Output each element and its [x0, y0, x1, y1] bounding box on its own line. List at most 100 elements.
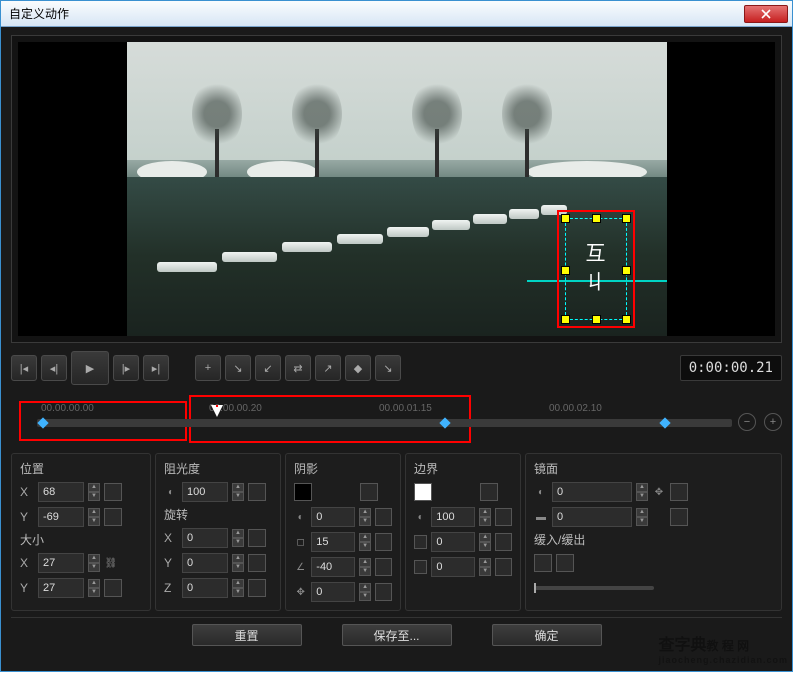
- shadow-v4-spinner[interactable]: ▲▼: [359, 583, 370, 601]
- size-kf-toggle[interactable]: [104, 579, 122, 597]
- resize-handle-sw[interactable]: [561, 315, 570, 324]
- pos-x-input[interactable]: 68: [38, 482, 84, 502]
- border-kf-toggle[interactable]: [480, 483, 498, 501]
- preview-viewport[interactable]: 互丩: [18, 42, 775, 336]
- curve-out-button[interactable]: ◆: [345, 355, 371, 381]
- shadow-v3-spinner[interactable]: ▲▼: [359, 558, 370, 576]
- shadow-v2-input[interactable]: 15: [311, 532, 355, 552]
- border-v3-input[interactable]: 0: [431, 557, 475, 577]
- shadow-v4-input[interactable]: 0: [311, 582, 355, 602]
- border-enable-size[interactable]: [414, 560, 427, 574]
- mirror-v2-spinner[interactable]: ▲▼: [636, 508, 648, 526]
- selection-bounds[interactable]: 互丩: [565, 218, 627, 320]
- link-icon[interactable]: ⛓: [104, 556, 118, 570]
- rot-x-spinner[interactable]: ▲▼: [232, 529, 244, 547]
- rot-x-input[interactable]: 0: [182, 528, 228, 548]
- border-v2-kf[interactable]: [495, 533, 512, 551]
- canvas[interactable]: 互丩: [127, 42, 667, 336]
- size-y-input[interactable]: 27: [38, 578, 84, 598]
- mirror-v1-kf[interactable]: [670, 483, 688, 501]
- mirror-v2-kf[interactable]: [670, 508, 688, 526]
- resize-handle-se[interactable]: [622, 315, 631, 324]
- timeline-track[interactable]: [37, 419, 732, 427]
- border-v3-kf[interactable]: [495, 558, 512, 576]
- curve-both-button[interactable]: ↘: [375, 355, 401, 381]
- border-v2-input[interactable]: 0: [431, 532, 475, 552]
- shadow-v2-kf[interactable]: [375, 533, 392, 551]
- opacity-kf-toggle[interactable]: [248, 483, 266, 501]
- rot-x-kf-toggle[interactable]: [248, 529, 266, 547]
- preview-frame: 互丩: [11, 35, 782, 343]
- size-y-spinner[interactable]: ▲▼: [88, 579, 100, 597]
- swap-keyframe-button[interactable]: ⇄: [285, 355, 311, 381]
- move-icon[interactable]: ✥: [652, 485, 666, 499]
- shadow-v3-input[interactable]: -40: [311, 557, 355, 577]
- rot-y-spinner[interactable]: ▲▼: [232, 554, 244, 572]
- curve-in-button[interactable]: ↗: [315, 355, 341, 381]
- shadow-v3-kf[interactable]: [375, 558, 392, 576]
- shadow-v4-kf[interactable]: [375, 583, 392, 601]
- reverse-keyframe-button[interactable]: ↙: [255, 355, 281, 381]
- mirror-v1-spinner[interactable]: ▲▼: [636, 483, 648, 501]
- shadow-v1-kf[interactable]: [375, 508, 392, 526]
- timeline[interactable]: 00.00.00.00 00.00.00.20 00.00.01.15 00.0…: [11, 395, 782, 445]
- add-keyframe-button[interactable]: +: [195, 355, 221, 381]
- pos-y-kf-toggle[interactable]: [104, 508, 122, 526]
- easing-slider[interactable]: [534, 586, 654, 590]
- pos-y-spinner[interactable]: ▲▼: [88, 508, 100, 526]
- size-x-label: X: [20, 556, 34, 570]
- timeline-tick: 00.00.01.15: [379, 403, 432, 414]
- step-back-button[interactable]: ◂|: [41, 355, 67, 381]
- border-v1-kf[interactable]: [495, 508, 512, 526]
- text-object[interactable]: 互丩: [584, 237, 608, 301]
- mirror-v1-input[interactable]: 0: [552, 482, 632, 502]
- reset-button[interactable]: 重置: [192, 624, 302, 646]
- border-enable-blur[interactable]: [414, 535, 427, 549]
- border-v1-spinner[interactable]: ▲▼: [479, 508, 490, 526]
- resize-handle-nw[interactable]: [561, 214, 570, 223]
- rot-z-spinner[interactable]: ▲▼: [232, 579, 244, 597]
- pos-y-input[interactable]: -69: [38, 507, 84, 527]
- mirror-v2-input[interactable]: 0: [552, 507, 632, 527]
- shadow-v1-input[interactable]: 0: [311, 507, 355, 527]
- save-as-button[interactable]: 保存至...: [342, 624, 452, 646]
- goto-start-button[interactable]: |◂: [11, 355, 37, 381]
- opacity-input[interactable]: 100: [182, 482, 228, 502]
- resize-handle-w[interactable]: [561, 266, 570, 275]
- ok-button[interactable]: 确定: [492, 624, 602, 646]
- play-button[interactable]: ▶: [71, 351, 109, 385]
- goto-end-button[interactable]: ▸|: [143, 355, 169, 381]
- close-icon: [761, 9, 771, 19]
- resize-handle-ne[interactable]: [622, 214, 631, 223]
- pos-x-kf-toggle[interactable]: [104, 483, 122, 501]
- rot-y-kf-toggle[interactable]: [248, 554, 266, 572]
- shadow-v1-spinner[interactable]: ▲▼: [359, 508, 370, 526]
- border-v2-spinner[interactable]: ▲▼: [479, 533, 490, 551]
- ease-out-button[interactable]: [556, 554, 574, 572]
- rot-y-input[interactable]: 0: [182, 553, 228, 573]
- ease-in-button[interactable]: [534, 554, 552, 572]
- timecode-display[interactable]: 0:00:00.21: [680, 355, 782, 381]
- shadow-v2-spinner[interactable]: ▲▼: [359, 533, 370, 551]
- step-forward-button[interactable]: |▸: [113, 355, 139, 381]
- zoom-in-button[interactable]: +: [764, 413, 782, 431]
- resize-handle-s[interactable]: [592, 315, 601, 324]
- timeline-tick: 00.00.00.00: [41, 403, 94, 414]
- size-x-input[interactable]: 27: [38, 553, 84, 573]
- resize-handle-e[interactable]: [622, 266, 631, 275]
- size-x-spinner[interactable]: ▲▼: [88, 554, 100, 572]
- easing-label: 缓入/缓出: [534, 531, 773, 548]
- shadow-kf-toggle[interactable]: [360, 483, 378, 501]
- rot-z-kf-toggle[interactable]: [248, 579, 266, 597]
- border-color-swatch[interactable]: [414, 483, 432, 501]
- pos-x-spinner[interactable]: ▲▼: [88, 483, 100, 501]
- remove-keyframe-button[interactable]: ↘: [225, 355, 251, 381]
- resize-handle-n[interactable]: [592, 214, 601, 223]
- border-v3-spinner[interactable]: ▲▼: [479, 558, 490, 576]
- opacity-spinner[interactable]: ▲▼: [232, 483, 244, 501]
- rot-z-input[interactable]: 0: [182, 578, 228, 598]
- zoom-out-button[interactable]: −: [738, 413, 756, 431]
- close-button[interactable]: [744, 5, 788, 23]
- shadow-color-swatch[interactable]: [294, 483, 312, 501]
- border-v1-input[interactable]: 100: [431, 507, 475, 527]
